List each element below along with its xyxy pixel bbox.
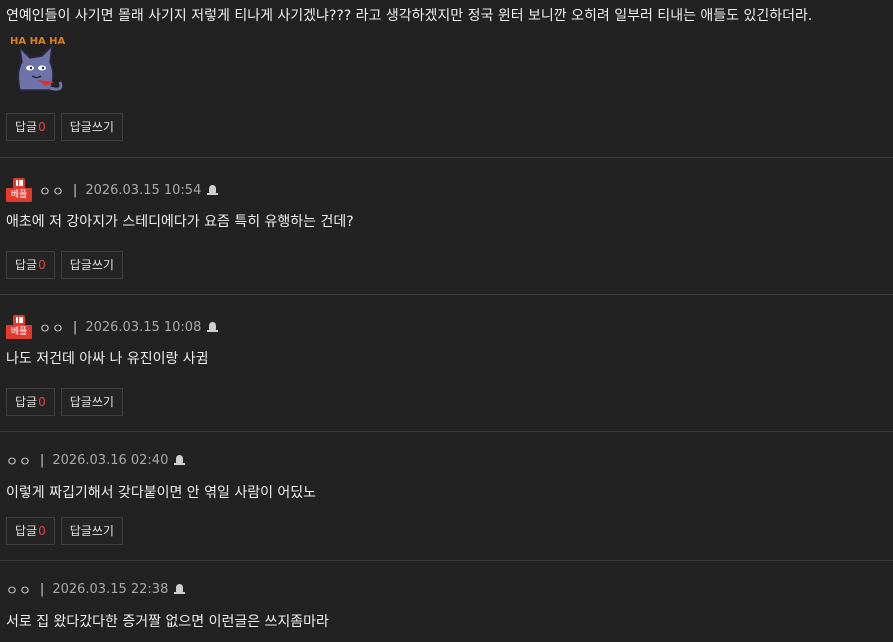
thumbs-up-icon [13,178,25,188]
reply-button[interactable]: 답글0 [6,388,55,416]
reply-button[interactable]: 답글0 [6,113,55,141]
comment-meta: 베플 ㅇㅇ | 2026.03.15 10:08 [6,295,885,339]
meta-separator: | [72,182,78,198]
comment-date: 2026.03.16 02:40 [52,452,169,468]
comment-text: 이렇게 짜깁기해서 갖다붙이면 안 엮일 사람이 어딨노 [6,485,317,501]
comment-meta: ㅇㅇ | 2026.03.15 22:38 [6,561,885,599]
comment-actions: 답글0 답글쓰기 [6,251,123,279]
comment-text: 서로 집 왔다갔다한 증거짤 없으면 이런글은 쓰지좀마라 [6,614,329,630]
bell-icon[interactable] [207,184,219,196]
thumbs-up-icon [13,315,25,325]
comment-actions: 답글0 답글쓰기 [6,517,123,545]
comment-meta: ㅇㅇ | 2026.03.16 02:40 [6,432,885,470]
meta-separator: | [39,581,45,597]
sticker-image: HA HA HA [8,32,78,98]
comment-item: 베플 ㅇㅇ | 2026.03.15 10:54 애초에 저 강아지가 스테디에… [0,158,893,295]
comment-item: 베플 ㅇㅇ | 2026.03.15 10:08 나도 저건데 아싸 나 유진이… [0,295,893,432]
comment-date: 2026.03.15 10:54 [85,182,202,198]
comment-meta: 베플 ㅇㅇ | 2026.03.15 10:54 [6,158,885,202]
comment-item: 연예인들이 사기면 몰래 사기지 저렇게 티나게 사기겠냐??? 라고 생각하겠… [0,0,893,158]
bell-icon[interactable] [207,321,219,333]
author-name[interactable]: ㅇㅇ [39,181,65,200]
reply-count: 0 [38,120,46,134]
comment-item: ㅇㅇ | 2026.03.15 22:38 서로 집 왔다갔다한 증거짤 없으면… [0,561,893,642]
comment-date: 2026.03.15 22:38 [52,581,169,597]
comment-actions: 답글0 답글쓰기 [6,388,123,416]
svg-text:HA HA HA: HA HA HA [10,36,66,47]
comment-actions: 답글0 답글쓰기 [6,113,123,141]
comment-date: 2026.03.15 10:08 [85,319,202,335]
meta-separator: | [39,452,45,468]
comment-text: 애초에 저 강아지가 스테디에다가 요즘 특히 유행하는 건데? [6,214,354,230]
bell-icon[interactable] [174,583,186,595]
comment-text: 연예인들이 사기면 몰래 사기지 저렇게 티나게 사기겠냐??? 라고 생각하겠… [6,8,813,24]
author-name[interactable]: ㅇㅇ [39,318,65,337]
reply-label: 답글 [15,524,38,538]
comment-text: 나도 저건데 아싸 나 유진이랑 사귐 [6,351,209,367]
reply-count: 0 [38,258,46,272]
best-comment-badge: 베플 [6,178,32,202]
reply-count: 0 [38,524,46,538]
author-name[interactable]: ㅇㅇ [6,580,32,599]
write-reply-button[interactable]: 답글쓰기 [60,113,123,141]
author-name[interactable]: ㅇㅇ [6,451,32,470]
reply-label: 답글 [15,120,38,134]
bell-icon[interactable] [174,454,186,466]
meta-separator: | [72,319,78,335]
write-reply-button[interactable]: 답글쓰기 [60,388,123,416]
comment-item: ㅇㅇ | 2026.03.16 02:40 이렇게 짜깁기해서 갖다붙이면 안 … [0,432,893,561]
write-reply-button[interactable]: 답글쓰기 [60,517,123,545]
reply-button[interactable]: 답글0 [6,517,55,545]
write-reply-button[interactable]: 답글쓰기 [60,251,123,279]
reply-count: 0 [38,395,46,409]
best-comment-badge: 베플 [6,315,32,339]
reply-button[interactable]: 답글0 [6,251,55,279]
reply-label: 답글 [15,258,38,272]
reply-label: 답글 [15,395,38,409]
